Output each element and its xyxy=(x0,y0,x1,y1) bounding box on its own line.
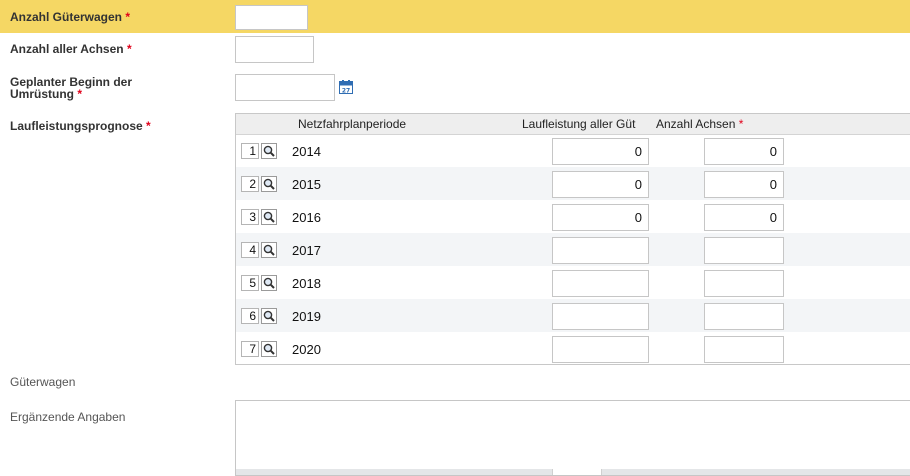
mileage-forecast-label-text: Laufleistungsprognose xyxy=(10,119,143,133)
row-number: 4 xyxy=(241,242,259,258)
axles-input[interactable] xyxy=(704,270,784,297)
table-row: 6 2019 xyxy=(236,299,910,332)
row-number: 2 xyxy=(241,176,259,192)
mileage-input[interactable] xyxy=(552,303,649,330)
calendar-icon[interactable]: 27 xyxy=(339,80,353,94)
table-row: 2 2015 xyxy=(236,167,910,200)
column-header-axles[interactable]: Anzahl Achsen * xyxy=(656,117,743,131)
highlight-row xyxy=(0,0,910,33)
magnifier-icon[interactable] xyxy=(261,275,277,291)
wagons-section-label: Güterwagen xyxy=(10,375,76,389)
scrollbar-thumb[interactable] xyxy=(552,469,602,475)
magnifier-icon[interactable] xyxy=(261,308,277,324)
period-year: 2019 xyxy=(292,309,321,324)
column-header-period[interactable]: Netzfahrplanperiode xyxy=(298,117,406,131)
magnifier-icon[interactable] xyxy=(261,176,277,192)
column-header-mileage[interactable]: Laufleistung aller Güt xyxy=(522,117,651,131)
axles-input[interactable] xyxy=(704,237,784,264)
conversion-start-label-line2: Umrüstung * xyxy=(10,88,132,100)
mileage-input[interactable] xyxy=(552,138,649,165)
horizontal-scrollbar[interactable] xyxy=(236,469,910,475)
mileage-input[interactable] xyxy=(552,204,649,231)
required-mark: * xyxy=(77,87,83,101)
row-number: 1 xyxy=(241,143,259,159)
table-row: 3 2016 xyxy=(236,200,910,233)
conversion-start-date-input[interactable] xyxy=(235,74,335,101)
axles-count-label-text: Anzahl aller Achsen xyxy=(10,42,124,56)
axles-count-label: Anzahl aller Achsen * xyxy=(10,43,132,55)
mileage-forecast-table: Netzfahrplanperiode Laufleistung aller G… xyxy=(235,113,910,365)
mileage-input[interactable] xyxy=(552,270,649,297)
row-number: 3 xyxy=(241,209,259,225)
table-row: 7 2020 xyxy=(236,332,910,365)
row-number: 6 xyxy=(241,308,259,324)
magnifier-icon[interactable] xyxy=(261,341,277,357)
period-year: 2016 xyxy=(292,210,321,225)
required-mark: * xyxy=(738,117,744,131)
conversion-start-label-line2-text: Umrüstung xyxy=(10,87,74,101)
period-year: 2017 xyxy=(292,243,321,258)
period-year: 2015 xyxy=(292,177,321,192)
column-header-axles-text: Anzahl Achsen xyxy=(656,117,736,131)
axles-input[interactable] xyxy=(704,171,784,198)
axles-input[interactable] xyxy=(704,138,784,165)
magnifier-icon[interactable] xyxy=(261,242,277,258)
required-mark: * xyxy=(126,42,132,56)
row-number: 7 xyxy=(241,341,259,357)
axles-count-input[interactable] xyxy=(235,36,314,63)
table-row: 1 2014 xyxy=(236,134,910,167)
table-header: Netzfahrplanperiode Laufleistung aller G… xyxy=(236,114,910,135)
wagons-count-input[interactable] xyxy=(235,5,308,30)
calendar-day-number: 27 xyxy=(342,87,350,94)
table-row: 4 2017 xyxy=(236,233,910,266)
axles-input[interactable] xyxy=(704,303,784,330)
table-row: 5 2018 xyxy=(236,266,910,299)
required-mark: * xyxy=(125,10,131,24)
period-year: 2014 xyxy=(292,144,321,159)
wagons-count-label-text: Anzahl Güterwagen xyxy=(10,10,123,24)
mileage-input[interactable] xyxy=(552,336,649,363)
mileage-input[interactable] xyxy=(552,171,649,198)
period-year: 2020 xyxy=(292,342,321,357)
additional-info-label: Ergänzende Angaben xyxy=(10,410,126,424)
magnifier-icon[interactable] xyxy=(261,143,277,159)
conversion-start-label: Geplanter Beginn der Umrüstung * xyxy=(10,76,132,100)
period-year: 2018 xyxy=(292,276,321,291)
required-mark: * xyxy=(146,119,151,133)
additional-info-textarea[interactable] xyxy=(235,400,910,476)
mileage-forecast-label: Laufleistungsprognose * xyxy=(10,120,151,132)
mileage-input[interactable] xyxy=(552,237,649,264)
axles-input[interactable] xyxy=(704,336,784,363)
wagons-count-label: Anzahl Güterwagen * xyxy=(10,11,130,23)
axles-input[interactable] xyxy=(704,204,784,231)
magnifier-icon[interactable] xyxy=(261,209,277,225)
row-number: 5 xyxy=(241,275,259,291)
